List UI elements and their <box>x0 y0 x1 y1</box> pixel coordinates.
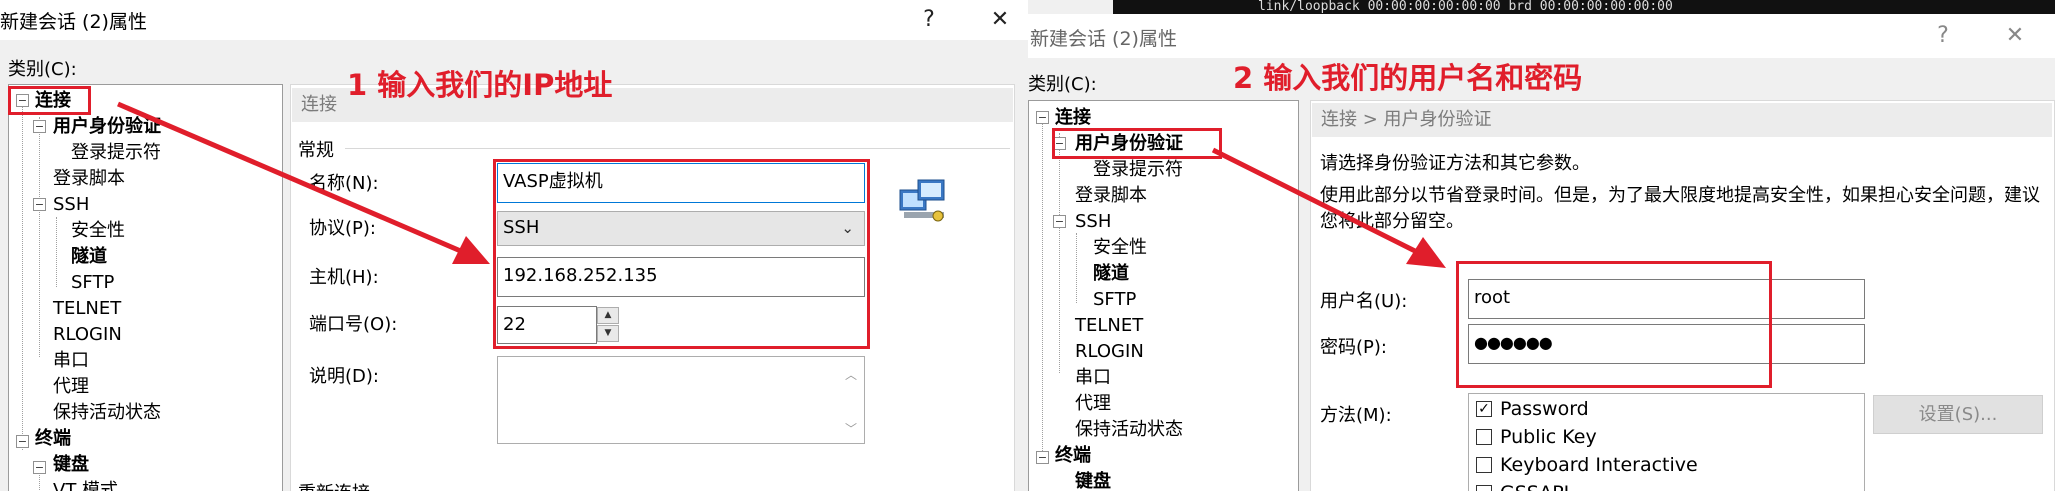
right-dialog: link/loopback 00:00:00:00:00:00 brd 00:0… <box>1028 0 2055 491</box>
arrow-auth-to-credentials <box>1211 147 1446 268</box>
left-dialog: 新建会话 (2)属性 ? ✕ 类别(C): − − − − − 连接 用户身份验… <box>0 0 1028 491</box>
arrow-connection-to-fields <box>117 101 490 264</box>
